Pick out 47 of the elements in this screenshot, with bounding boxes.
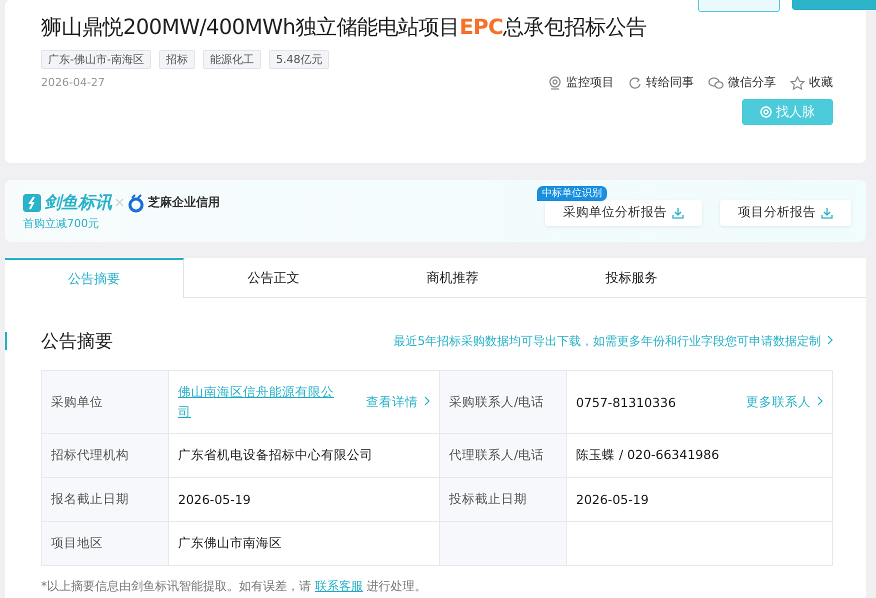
logo-icon bbox=[23, 194, 41, 212]
tab[interactable]: 公告正文 bbox=[184, 258, 363, 298]
share-icon bbox=[628, 76, 642, 90]
camera-icon bbox=[548, 76, 562, 90]
field-label: 采购联系人/电话 bbox=[449, 394, 544, 408]
field-label: 投标截止日期 bbox=[449, 491, 527, 506]
action-link[interactable]: 收藏 bbox=[790, 74, 833, 91]
field-value: 2026-05-19 bbox=[178, 492, 251, 507]
brand-name: 剑鱼标讯 bbox=[44, 192, 112, 214]
field-value: 陈玉蝶 / 020-66341986 bbox=[576, 447, 720, 464]
chat-icon bbox=[708, 76, 724, 90]
field-label: 报名截止日期 bbox=[51, 491, 129, 506]
field-value: 广东佛山市南海区 bbox=[178, 535, 282, 552]
tag[interactable]: 5.48亿元 bbox=[268, 50, 330, 69]
download-icon bbox=[821, 206, 833, 218]
star-icon bbox=[790, 76, 805, 90]
chevron-right-icon bbox=[827, 334, 833, 344]
tag[interactable]: 广东-佛山市-南海区 bbox=[41, 50, 151, 69]
cross-icon bbox=[115, 198, 124, 207]
partner-name: 芝麻企业信用 bbox=[148, 194, 220, 211]
action-link[interactable]: 转给同事 bbox=[628, 74, 694, 91]
field-label: 项目地区 bbox=[51, 535, 103, 550]
tag[interactable]: 能源化工 bbox=[202, 50, 261, 69]
partner-logo-icon bbox=[127, 192, 145, 212]
feature-badge: 中标单位识别 bbox=[537, 186, 607, 201]
action-link[interactable]: 监控项目 bbox=[548, 74, 614, 91]
tab[interactable]: 投标服务 bbox=[542, 258, 721, 298]
field-label: 代理联系人/电话 bbox=[449, 447, 544, 462]
tab[interactable]: 商机推荐 bbox=[363, 258, 542, 298]
chevron-right-icon bbox=[424, 396, 430, 406]
section-title: 公告摘要 bbox=[41, 330, 114, 353]
target-icon bbox=[760, 106, 772, 118]
chevron-right-icon bbox=[817, 396, 823, 406]
publish-date: 2026-04-27 bbox=[41, 76, 105, 89]
disclaimer-text: *以上摘要信息由剑鱼标讯智能提取。如有误差，请 联系客服 进行处理。 bbox=[41, 578, 428, 595]
tag[interactable]: 招标 bbox=[158, 50, 195, 69]
field-value: 0757-81310336 bbox=[576, 394, 676, 410]
download-icon bbox=[672, 206, 684, 218]
action-link[interactable]: 微信分享 bbox=[708, 74, 776, 91]
report-button[interactable]: 采购单位分析报告 bbox=[545, 200, 702, 226]
field-value: 广东省机电设备招标中心有限公司 bbox=[178, 447, 373, 464]
page-title: 狮山鼎悦200MW/400MWh独立储能电站项目EPC总承包招标公告 bbox=[41, 14, 648, 41]
promo-text: 首购立减700元 bbox=[23, 216, 100, 231]
field-label: 招标代理机构 bbox=[51, 447, 129, 462]
field-label: 采购单位 bbox=[51, 394, 103, 408]
report-button[interactable]: 项目分析报告 bbox=[720, 200, 851, 226]
field-value: 2026-05-19 bbox=[576, 492, 649, 507]
